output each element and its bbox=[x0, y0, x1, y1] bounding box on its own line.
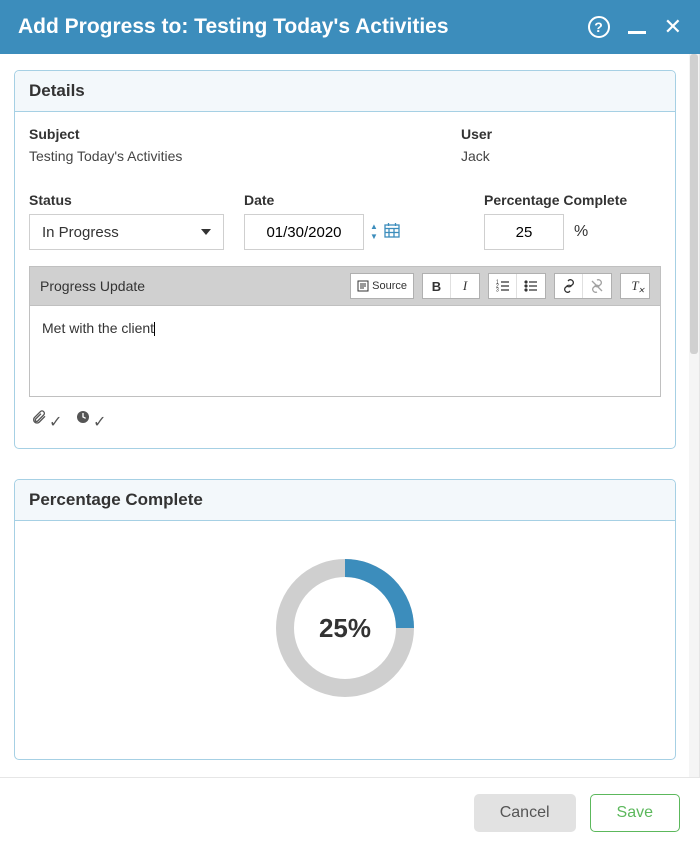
status-field: Status In Progress bbox=[29, 192, 224, 250]
bullet-list-icon bbox=[524, 279, 538, 293]
toolbar-source-label: Source bbox=[372, 280, 407, 292]
percentage-donut-chart: 25% bbox=[272, 555, 418, 701]
details-panel-header: Details bbox=[15, 71, 675, 112]
scrollbar-thumb[interactable] bbox=[690, 54, 698, 354]
status-value: In Progress bbox=[42, 224, 119, 241]
calendar-icon bbox=[384, 222, 400, 238]
minimize-button[interactable] bbox=[628, 21, 646, 34]
percentage-input-group: % bbox=[484, 214, 661, 250]
status-label: Status bbox=[29, 192, 224, 208]
attachment-pair: ✓ bbox=[31, 409, 65, 430]
titlebar-actions: ? ✕ bbox=[588, 16, 682, 38]
dialog-title: Add Progress to: Testing Today's Activit… bbox=[18, 15, 588, 39]
user-label: User bbox=[461, 126, 661, 142]
calendar-button[interactable] bbox=[384, 222, 400, 243]
toolbar-numbered-list-button[interactable]: 123 bbox=[489, 274, 517, 298]
numbered-list-icon: 123 bbox=[496, 279, 510, 293]
link-icon bbox=[562, 279, 576, 293]
spinner-up-icon[interactable]: ▲ bbox=[370, 223, 378, 231]
help-icon: ? bbox=[588, 16, 610, 38]
time-button[interactable] bbox=[75, 409, 91, 430]
time-pair: ✓ bbox=[75, 409, 109, 430]
unlink-icon bbox=[590, 279, 604, 293]
user-field: User Jack bbox=[461, 126, 661, 164]
text-cursor bbox=[154, 322, 155, 336]
donut-chart-container: 25% bbox=[29, 535, 661, 741]
percentage-suffix: % bbox=[574, 223, 588, 241]
subject-value: Testing Today's Activities bbox=[29, 148, 441, 164]
subject-field: Subject Testing Today's Activities bbox=[29, 126, 441, 164]
help-button[interactable]: ? bbox=[588, 16, 610, 38]
toolbar-group-source: Source bbox=[350, 273, 414, 299]
toolbar-group-lists: 123 bbox=[488, 273, 546, 299]
date-input[interactable] bbox=[244, 214, 364, 250]
scroll-container: Details Subject Testing Today's Activiti… bbox=[0, 54, 690, 777]
dialog-footer: Cancel Save bbox=[0, 777, 700, 848]
percentage-complete-body: 25% bbox=[15, 521, 675, 759]
date-field: Date ▲ ▼ bbox=[244, 192, 464, 250]
toolbar-link-button[interactable] bbox=[555, 274, 583, 298]
chevron-down-icon bbox=[201, 229, 211, 235]
bold-icon: B bbox=[432, 279, 441, 294]
details-panel: Details Subject Testing Today's Activiti… bbox=[14, 70, 676, 449]
subject-label: Subject bbox=[29, 126, 441, 142]
dialog-titlebar: Add Progress to: Testing Today's Activit… bbox=[0, 0, 700, 54]
toolbar-group-link bbox=[554, 273, 612, 299]
scrollbar-track[interactable] bbox=[689, 54, 699, 777]
italic-icon: I bbox=[463, 278, 467, 294]
remove-format-icon: T✕ bbox=[631, 278, 638, 294]
subject-user-row: Subject Testing Today's Activities User … bbox=[29, 126, 661, 164]
toolbar-italic-button[interactable]: I bbox=[451, 274, 479, 298]
details-panel-body: Subject Testing Today's Activities User … bbox=[15, 112, 675, 448]
time-check-icon[interactable]: ✓ bbox=[93, 412, 109, 428]
toolbar-group-clear: T✕ bbox=[620, 273, 650, 299]
progress-update-section: Progress Update Source B I bbox=[29, 266, 661, 397]
percentage-input[interactable] bbox=[484, 214, 564, 250]
source-icon bbox=[357, 280, 369, 292]
toolbar-bullet-list-button[interactable] bbox=[517, 274, 545, 298]
svg-text:3: 3 bbox=[496, 288, 499, 294]
user-value: Jack bbox=[461, 148, 661, 164]
percentage-complete-header: Percentage Complete bbox=[15, 480, 675, 521]
progress-update-toolbar: Progress Update Source B I bbox=[30, 267, 660, 306]
close-icon: ✕ bbox=[664, 16, 682, 38]
toolbar-group-format: B I bbox=[422, 273, 480, 299]
status-select[interactable]: In Progress bbox=[29, 214, 224, 250]
date-label: Date bbox=[244, 192, 464, 208]
progress-update-textarea[interactable]: Met with the client bbox=[30, 306, 660, 396]
close-button[interactable]: ✕ bbox=[664, 16, 682, 38]
cancel-button[interactable]: Cancel bbox=[474, 794, 576, 832]
clock-icon bbox=[75, 409, 91, 425]
paperclip-icon bbox=[31, 409, 47, 425]
dialog-body: Details Subject Testing Today's Activiti… bbox=[0, 54, 700, 777]
date-input-group: ▲ ▼ bbox=[244, 214, 464, 250]
percentage-complete-panel: Percentage Complete 25% bbox=[14, 479, 676, 760]
toolbar-source-button[interactable]: Source bbox=[351, 274, 413, 298]
spinner-down-icon[interactable]: ▼ bbox=[370, 233, 378, 241]
controls-row: Status In Progress Date ▲ ▼ bbox=[29, 192, 661, 250]
toolbar-unlink-button[interactable] bbox=[583, 274, 611, 298]
attach-file-button[interactable] bbox=[31, 409, 47, 430]
percentage-label: Percentage Complete bbox=[484, 192, 661, 208]
attachment-row: ✓ ✓ bbox=[29, 397, 661, 430]
donut-label: 25% bbox=[272, 555, 418, 701]
progress-update-text: Met with the client bbox=[42, 320, 154, 336]
toolbar-bold-button[interactable]: B bbox=[423, 274, 451, 298]
progress-update-label: Progress Update bbox=[40, 278, 342, 294]
attach-file-check-icon[interactable]: ✓ bbox=[49, 412, 65, 428]
percentage-field: Percentage Complete % bbox=[484, 192, 661, 250]
toolbar-remove-format-button[interactable]: T✕ bbox=[621, 274, 649, 298]
save-button[interactable]: Save bbox=[590, 794, 680, 832]
date-spinner[interactable]: ▲ ▼ bbox=[370, 223, 378, 241]
minimize-icon bbox=[628, 31, 646, 34]
